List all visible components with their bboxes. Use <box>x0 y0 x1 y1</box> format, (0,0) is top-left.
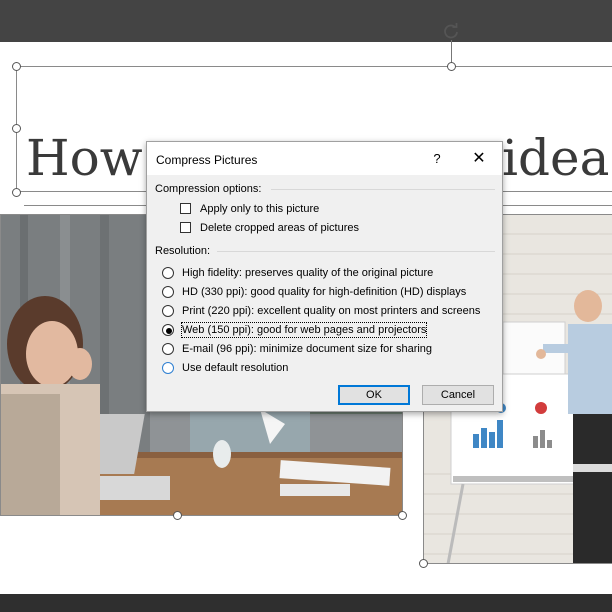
resize-handle-middle-left[interactable] <box>12 124 21 133</box>
checkbox-label[interactable]: Apply only to this picture <box>200 202 319 216</box>
photo-resize-handle-bottom-middle[interactable] <box>173 511 182 520</box>
radio-label[interactable]: Use default resolution <box>182 361 288 375</box>
radio-selected-dot <box>166 328 172 334</box>
resize-handle-top-left[interactable] <box>12 62 21 71</box>
status-bar <box>0 594 612 612</box>
checkbox-box[interactable] <box>180 203 191 214</box>
slide-title-left[interactable]: How <box>26 128 143 188</box>
dialog-titlebar[interactable]: Compress Pictures ? ✕ <box>147 142 502 175</box>
compression-options-label: Compression options: <box>155 183 262 195</box>
ok-button[interactable]: OK <box>338 385 410 405</box>
help-icon[interactable]: ? <box>429 150 445 168</box>
radio-label[interactable]: HD (330 ppi): good quality for high-defi… <box>182 285 466 299</box>
close-icon[interactable]: ✕ <box>467 149 491 169</box>
checkbox-label[interactable]: Delete cropped areas of pictures <box>200 221 359 235</box>
resize-handle-top-middle[interactable] <box>447 62 456 71</box>
app-toolbar <box>0 0 612 42</box>
resolution-rule <box>217 251 495 252</box>
radio-button[interactable] <box>162 267 174 279</box>
radio-label[interactable]: E-mail (96 ppi): minimize document size … <box>182 342 432 356</box>
dialog-title: Compress Pictures <box>156 153 258 167</box>
radio-button[interactable] <box>162 343 174 355</box>
photo-right-resize-handle-bottom-left[interactable] <box>419 559 428 568</box>
radio-button[interactable] <box>162 286 174 298</box>
radio-button[interactable] <box>162 305 174 317</box>
resolution-label: Resolution: <box>155 245 211 257</box>
radio-label[interactable]: Web (150 ppi): good for web pages and pr… <box>180 322 428 338</box>
compress-pictures-dialog: Compress Pictures ? ✕ Compression option… <box>146 141 503 412</box>
slide-title-right[interactable]: idea <box>502 128 609 188</box>
radio-label[interactable]: Print (220 ppi): excellent quality on mo… <box>182 304 480 318</box>
rotate-handle-icon[interactable] <box>442 22 460 40</box>
photo-resize-handle-bottom-right[interactable] <box>398 511 407 520</box>
compression-options-rule <box>271 189 495 190</box>
radio-button-selected[interactable] <box>162 324 174 336</box>
radio-label[interactable]: High fidelity: preserves quality of the … <box>182 266 433 280</box>
cancel-button[interactable]: Cancel <box>422 385 494 405</box>
checkbox-box[interactable] <box>180 222 191 233</box>
radio-button[interactable] <box>162 362 174 374</box>
resize-handle-bottom-left[interactable] <box>12 188 21 197</box>
